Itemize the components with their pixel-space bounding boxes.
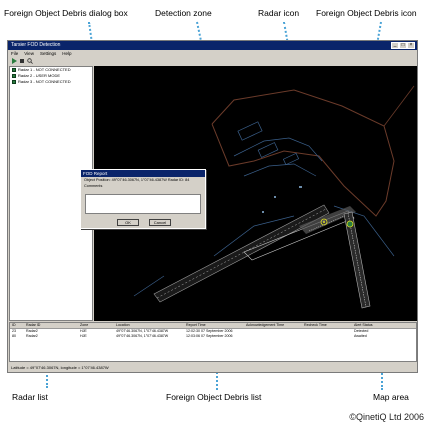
- toolbar: [8, 57, 417, 65]
- zoom-icon[interactable]: [27, 58, 33, 64]
- column-header-ack-time[interactable]: Acknowledgement Time: [246, 323, 304, 328]
- callout-fod-list: Foreign Object Debris list: [166, 392, 262, 402]
- radar-list-item[interactable]: Radar 3 - NOT CONNECTED: [10, 79, 92, 85]
- copyright-notice: ©QinetiQ Ltd 2006: [349, 412, 424, 422]
- callout-dialog-box: Foreign Object Debris dialog box: [4, 8, 128, 18]
- fod-list: ID Radar ID Zone Location Report Time Ac…: [9, 322, 417, 362]
- callout-radar-icon: Radar icon: [258, 8, 300, 18]
- column-header-radar-id[interactable]: Radar ID: [26, 323, 80, 328]
- dialog-title: FOD Report: [81, 170, 205, 177]
- radar-status-icon: [12, 68, 16, 72]
- fod-marker-icon[interactable]: [346, 220, 354, 228]
- callout-radar-list: Radar list: [12, 392, 48, 402]
- close-button[interactable]: ×: [407, 42, 415, 49]
- callout-map-area: Map area: [373, 392, 409, 402]
- menu-bar: File View Settings Help: [8, 50, 417, 57]
- comments-field[interactable]: [85, 194, 201, 214]
- menu-view[interactable]: View: [24, 50, 34, 57]
- status-bar: Latitude = 49°07'46.3067N, longitude = 1…: [11, 365, 109, 370]
- menu-file[interactable]: File: [11, 50, 18, 57]
- radar-status-icon: [12, 74, 16, 78]
- window-titlebar: Tarsier FOD Detection: [8, 41, 417, 50]
- column-header-report-time[interactable]: Report Time: [186, 323, 246, 328]
- ok-button[interactable]: OK: [117, 219, 139, 226]
- table-row[interactable]: 80 Radar2 HJE 49°07'46.3067N, 1°07'46.43…: [10, 334, 416, 339]
- menu-settings[interactable]: Settings: [40, 50, 56, 57]
- column-header-zone[interactable]: Zone: [80, 323, 116, 328]
- dialog-comments-label: Comments: [84, 184, 103, 188]
- callout-detection-zone: Detection zone: [155, 8, 212, 18]
- radar-status-icon: [12, 80, 16, 84]
- minimize-button[interactable]: _: [391, 42, 399, 49]
- column-header-location[interactable]: Location: [116, 323, 186, 328]
- column-header-recheck-time[interactable]: Recheck Time: [304, 323, 354, 328]
- app-window: Tarsier FOD Detection _ □ × File View Se…: [7, 40, 418, 373]
- cancel-button[interactable]: Cancel: [149, 219, 171, 226]
- callout-fod-icon: Foreign Object Debris icon: [316, 8, 417, 18]
- play-icon[interactable]: [11, 58, 17, 64]
- column-header-id[interactable]: ID: [10, 323, 26, 328]
- maximize-button[interactable]: □: [399, 42, 407, 49]
- menu-help[interactable]: Help: [62, 50, 71, 57]
- fod-dialog: FOD Report Object Position: 49°07'46.306…: [80, 169, 206, 229]
- detection-zone: [243, 206, 356, 261]
- column-header-alert-status[interactable]: Alert Status: [354, 323, 414, 328]
- stop-icon[interactable]: [19, 58, 25, 64]
